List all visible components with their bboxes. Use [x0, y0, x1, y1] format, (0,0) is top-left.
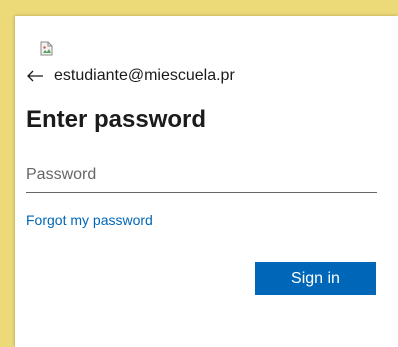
account-email: estudiante@miescuela.pr	[54, 67, 235, 84]
page-title: Enter password	[26, 106, 207, 133]
password-input[interactable]	[26, 158, 377, 193]
back-to-account-button[interactable]: estudiante@miescuela.pr	[26, 66, 235, 86]
broken-image-icon	[40, 41, 53, 56]
forgot-password-link[interactable]: Forgot my password	[26, 212, 153, 228]
arrow-left-icon	[27, 70, 43, 82]
sign-in-button[interactable]: Sign in	[255, 262, 376, 295]
